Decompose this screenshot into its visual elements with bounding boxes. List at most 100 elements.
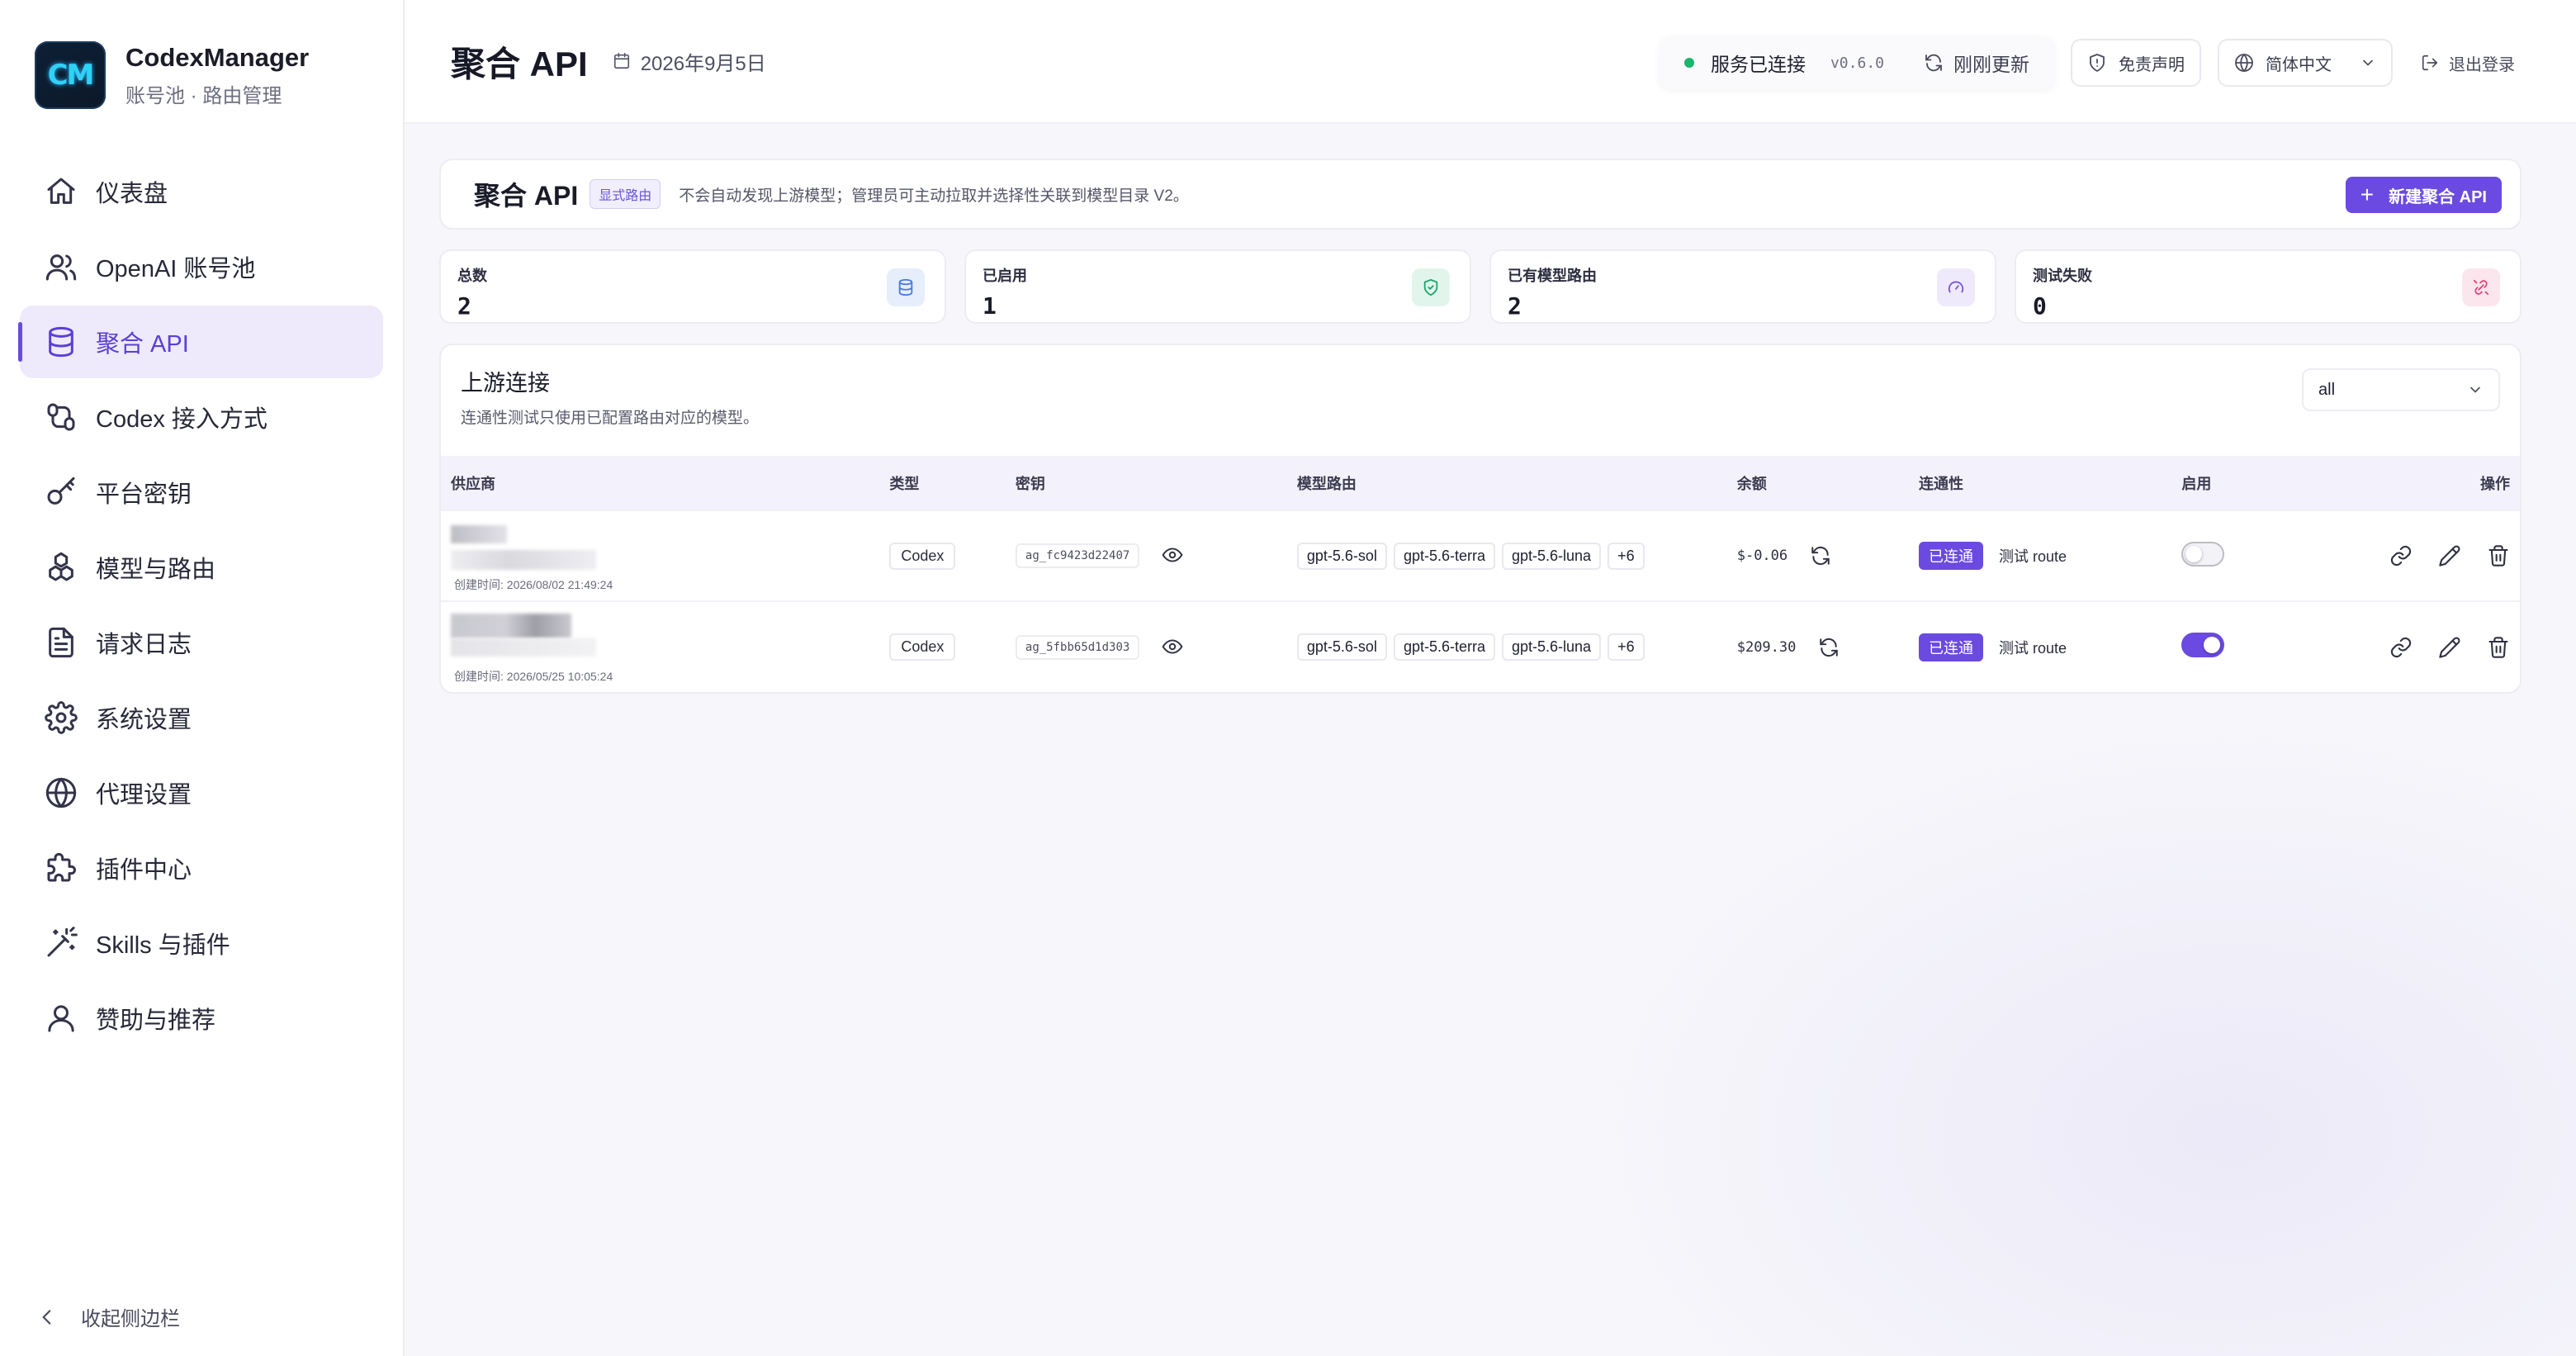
- provider-cell: 创建时间: 2026/08/02 21:49:24: [451, 519, 869, 593]
- trash-icon[interactable]: [2487, 544, 2510, 567]
- stat-icon: [1937, 268, 1975, 306]
- collapse-sidebar-button[interactable]: 收起侧边栏: [36, 1302, 180, 1331]
- stat-icon: [2462, 268, 2500, 306]
- eye-icon[interactable]: [1162, 544, 1183, 566]
- sidebar-item-dashboard[interactable]: 仪表盘: [20, 155, 383, 228]
- eye-icon[interactable]: [1162, 636, 1183, 657]
- page-date-text: 2026年9月5日: [640, 52, 766, 75]
- section-header: 聚合 API 显式路由 不会自动发现上游模型；管理员可主动拉取并选择性关联到模型…: [439, 159, 2522, 230]
- sidebar-item-sponsor[interactable]: 赞助与推荐: [20, 982, 383, 1055]
- disclaimer-label: 免责声明: [2119, 55, 2185, 74]
- sidebar-item-label: Codex 接入方式: [96, 406, 268, 433]
- row-actions: [2358, 510, 2520, 601]
- edit-icon[interactable]: [2438, 636, 2461, 659]
- stat-value: 2: [1508, 292, 1522, 320]
- refresh-label: 刚刚更新: [1953, 54, 2029, 75]
- sidebar: CM CodexManager 账号池 · 路由管理 仪表盘 OpenAI 账号…: [0, 0, 405, 1356]
- globe-icon: [2235, 54, 2253, 72]
- upstream-title: 上游连接: [461, 371, 550, 396]
- column-header-connectivity[interactable]: 连通性: [1909, 456, 2171, 510]
- link-icon[interactable]: [2389, 636, 2413, 659]
- collapse-sidebar-label: 收起侧边栏: [81, 1308, 180, 1330]
- more-models-chip[interactable]: +6: [1608, 542, 1645, 570]
- sidebar-item-platform-keys[interactable]: 平台密钥: [20, 456, 383, 529]
- redacted-provider-url: [451, 638, 596, 657]
- language-select[interactable]: 简体中文: [2218, 39, 2393, 87]
- refresh-button[interactable]: 刚刚更新: [1924, 49, 2029, 77]
- page-date: 2026年9月5日: [613, 47, 766, 76]
- chevron-down-icon: [2470, 386, 2480, 393]
- model-chip: gpt-5.6-terra: [1393, 542, 1495, 570]
- section-title: 聚合 API: [474, 181, 579, 211]
- refresh-balance-icon[interactable]: [1810, 545, 1831, 567]
- key-icon: [47, 476, 75, 505]
- redacted-provider-name: [451, 525, 507, 543]
- stat-label: 已有模型路由: [1508, 268, 1597, 284]
- table-row: 创建时间: 2026/05/25 10:05:24 Codex ag_5fbb6…: [441, 601, 2520, 692]
- language-label: 简体中文: [2266, 55, 2332, 74]
- stat-value: 2: [457, 292, 471, 320]
- column-header-balance[interactable]: 余额: [1727, 456, 1909, 510]
- sidebar-item-openai-pool[interactable]: OpenAI 账号池: [20, 230, 383, 303]
- created-time: 创建时间: 2026/05/25 10:05:24: [454, 669, 613, 683]
- refresh-balance-icon[interactable]: [1818, 637, 1840, 658]
- gauge-icon: [1948, 281, 1964, 293]
- test-route-button[interactable]: 测试 route: [1999, 640, 2067, 657]
- stat-icon: [1412, 268, 1450, 306]
- column-header-enabled[interactable]: 启用: [2171, 456, 2358, 510]
- puzzle-icon: [47, 852, 76, 882]
- type-chip: Codex: [889, 542, 956, 570]
- refresh-icon: [1925, 54, 1942, 72]
- created-time: 创建时间: 2026/08/02 21:49:24: [454, 578, 613, 591]
- enable-toggle[interactable]: [2181, 633, 2225, 657]
- stat-value: 0: [2033, 292, 2047, 320]
- calendar-icon: [613, 53, 629, 69]
- status-filter-select[interactable]: all: [2302, 368, 2500, 411]
- link-icon[interactable]: [2389, 544, 2413, 567]
- column-header-type[interactable]: 类型: [879, 456, 1006, 510]
- main-area: 聚合 API 2026年9月5日 服务已连接 v0.6.0 刚刚更新 免责声明 …: [405, 0, 2576, 1356]
- column-header-provider[interactable]: 供应商: [441, 456, 879, 510]
- sidebar-item-aggregate-api[interactable]: 聚合 API: [18, 306, 383, 378]
- column-header-model-routes[interactable]: 模型路由: [1287, 456, 1727, 510]
- status-text: 服务已连接: [1710, 54, 1806, 75]
- sidebar-item-models-routes[interactable]: 模型与路由: [20, 531, 383, 604]
- disclaimer-button[interactable]: 免责声明: [2071, 39, 2201, 87]
- sidebar-item-system-settings[interactable]: 系统设置: [20, 681, 383, 754]
- sidebar-item-codex-access[interactable]: Codex 接入方式: [20, 381, 383, 453]
- stat-card-model-routes: 已有模型路由 2: [1489, 249, 1996, 324]
- stat-label: 已启用: [983, 268, 1027, 284]
- topbar: 聚合 API 2026年9月5日 服务已连接 v0.6.0 刚刚更新 免责声明 …: [405, 0, 2576, 124]
- logout-button[interactable]: 退出登录: [2421, 51, 2515, 75]
- sidebar-item-plugin-center[interactable]: 插件中心: [20, 832, 383, 904]
- file-text-icon: [49, 627, 73, 658]
- redacted-provider-url: [451, 550, 596, 570]
- table-header-row: 供应商 类型 密钥 模型路由 余额 连通性 启用 操作: [441, 456, 2520, 510]
- shield-check-icon: [1423, 278, 1438, 296]
- brand-logo-text: CM: [47, 59, 95, 92]
- model-chip: gpt-5.6-sol: [1296, 633, 1387, 661]
- model-chip: gpt-5.6-luna: [1501, 633, 1602, 661]
- upstream-table: 供应商 类型 密钥 模型路由 余额 连通性 启用 操作 创建时间: 2026/0…: [441, 456, 2520, 692]
- edit-icon[interactable]: [2438, 544, 2461, 567]
- api-key-chip: ag_fc9423d22407: [1015, 543, 1140, 568]
- stat-value: 1: [983, 292, 997, 320]
- stat-label: 总数: [457, 268, 487, 284]
- brand-subtitle: 账号池 · 路由管理: [125, 84, 282, 107]
- explicit-route-badge: 显式路由: [590, 179, 661, 209]
- test-route-button[interactable]: 测试 route: [1999, 548, 2067, 565]
- sidebar-item-request-logs[interactable]: 请求日志: [20, 606, 383, 679]
- trash-icon[interactable]: [2487, 636, 2510, 659]
- new-aggregate-api-button[interactable]: + 新建聚合 API: [2345, 177, 2502, 213]
- type-chip: Codex: [889, 633, 956, 661]
- sidebar-item-skills-plugins[interactable]: Skills 与插件: [20, 907, 383, 979]
- sidebar-item-label: 插件中心: [96, 857, 192, 884]
- enable-toggle[interactable]: [2181, 541, 2225, 567]
- stat-card-test-failed: 测试失败 0: [2015, 249, 2522, 324]
- model-chip: gpt-5.6-luna: [1501, 542, 1602, 570]
- more-models-chip[interactable]: +6: [1608, 633, 1645, 661]
- brand: CM CodexManager 账号池 · 路由管理: [0, 0, 403, 116]
- sidebar-item-proxy-settings[interactable]: 代理设置: [20, 756, 383, 829]
- stats-row: 总数 2 已启用 1 已有模型路由 2 测试失败 0: [439, 249, 2522, 324]
- column-header-key[interactable]: 密钥: [1006, 456, 1287, 510]
